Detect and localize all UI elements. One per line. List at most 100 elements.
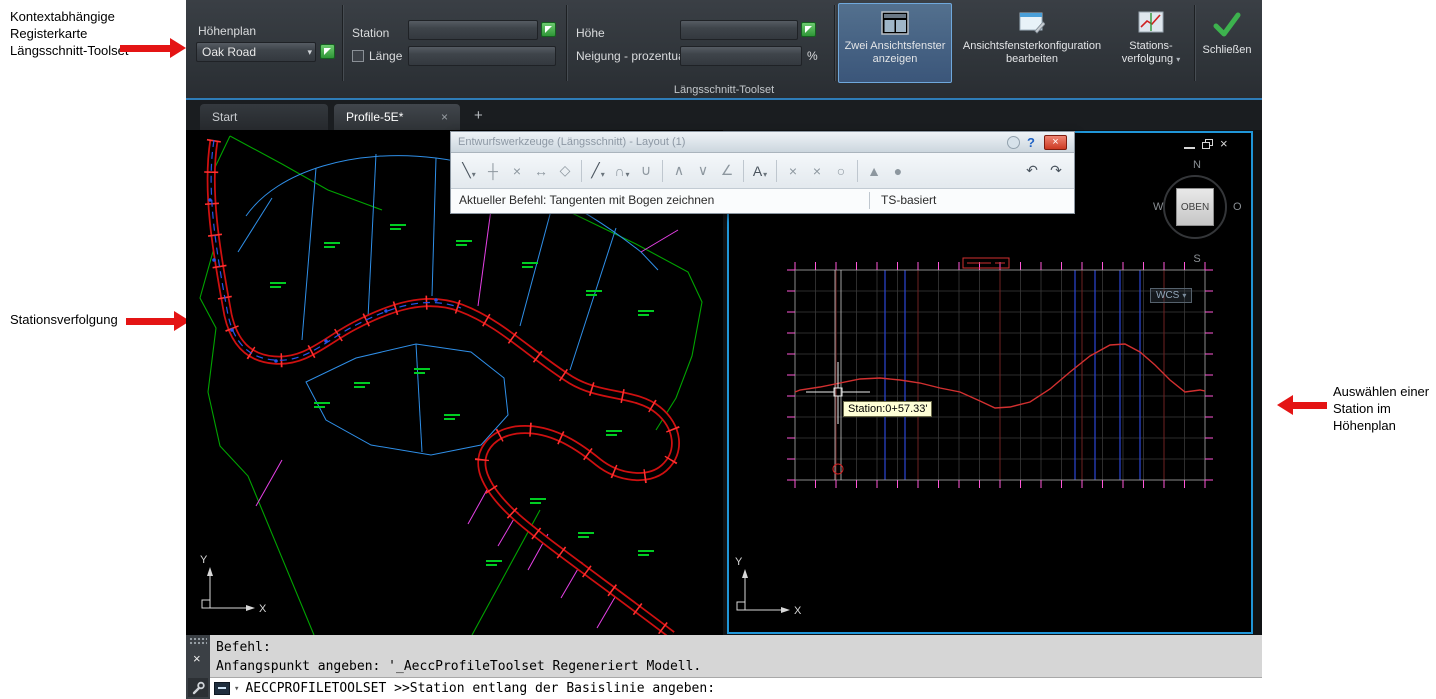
toolbar-title: Entwurfswerkzeuge (Längsschnitt) - Layou…: [458, 136, 686, 148]
help-icon[interactable]: ?: [1027, 135, 1035, 150]
convert-entity-icon[interactable]: ◇: [554, 159, 576, 183]
screen: Kontextabhängige Registerkarte Längsschn…: [0, 0, 1436, 699]
wcs-dropdown[interactable]: WCS ▾: [1150, 288, 1193, 303]
length-checkbox[interactable]: [352, 50, 364, 62]
viewport-config-icon: [1019, 12, 1045, 34]
ribbon-separator: [834, 5, 836, 81]
station-label: Station: [352, 26, 390, 40]
tab-profile-5e[interactable]: Profile-5E* ×: [334, 104, 460, 130]
label-tool-icon[interactable]: A ▾: [749, 159, 771, 183]
delete-entity-icon[interactable]: ×: [782, 159, 804, 183]
command-line-grip[interactable]: ×: [186, 635, 210, 699]
button-label: bearbeiten: [1006, 53, 1058, 65]
annotation-arrow-context: [120, 38, 186, 58]
command-history[interactable]: Befehl: Anfangspunkt angeben: '_AeccProfi…: [210, 635, 1262, 678]
profile-select[interactable]: Oak Road ▾: [196, 42, 316, 62]
viewcube-top-face[interactable]: OBEN: [1176, 188, 1214, 226]
close-icon[interactable]: ×: [1220, 137, 1228, 150]
axis-x-label: X: [259, 603, 267, 615]
move-pvi-icon[interactable]: ↔: [530, 159, 552, 183]
tab-close-icon[interactable]: ×: [441, 110, 448, 124]
delete-subentity-icon[interactable]: ×: [806, 159, 828, 183]
grade-label: Neigung - prozentual: [576, 49, 688, 63]
close-toolset-button[interactable]: Schließen: [1198, 3, 1256, 83]
station-tracking-button[interactable]: Stations- verfolgung ▾: [1112, 3, 1190, 83]
sag-curve-icon[interactable]: ∨: [692, 159, 714, 183]
ts-based-text: TS-basiert: [881, 193, 937, 207]
select-pvi-icon[interactable]: ●: [887, 159, 909, 183]
command-prompt-text[interactable]: AECCPROFILETOOLSET >>Station entlang der…: [245, 681, 715, 696]
arrow-head: [1277, 395, 1293, 415]
close-icon[interactable]: ×: [193, 651, 201, 666]
alignment-direction-markers: [208, 198, 438, 363]
free-curve-icon[interactable]: ∪: [635, 159, 657, 183]
profile-label: Höhenplan: [198, 24, 257, 38]
crest-curve-icon[interactable]: ∧: [668, 159, 690, 183]
toolbar-titlebar[interactable]: Entwurfswerkzeuge (Längsschnitt) - Layou…: [451, 132, 1074, 153]
insert-pvi-icon[interactable]: ┼: [482, 159, 504, 183]
button-label: verfolgung: [1121, 53, 1174, 65]
wrench-icon[interactable]: [188, 678, 208, 697]
viewcube[interactable]: N W O OBEN S: [1153, 159, 1242, 275]
command-input-row[interactable]: ▾ AECCPROFILETOOLSET >>Station entlang d…: [210, 678, 1262, 699]
minimize-icon[interactable]: [1184, 140, 1195, 149]
ribbon-separator: [566, 5, 568, 81]
ucs-icon-plan: Y X: [200, 554, 267, 615]
chevron-down-icon: ▾: [1182, 291, 1187, 300]
dynamic-input-icon[interactable]: [214, 682, 230, 695]
pin-icon[interactable]: [1007, 135, 1021, 149]
draw-fixed-tangent-icon[interactable]: ╱ ▾: [587, 159, 609, 183]
raise-lower-icon[interactable]: ▲: [863, 159, 885, 183]
document-window-controls: ×: [1184, 137, 1228, 150]
profile-select-value: Oak Road: [202, 45, 257, 59]
erase-tool-icon[interactable]: ○: [830, 159, 852, 183]
grade-input[interactable]: [680, 46, 802, 66]
grade-tool-icon[interactable]: ∠: [716, 159, 738, 183]
ribbon-separator: [1194, 5, 1196, 81]
tab-label: Profile-5E*: [346, 110, 404, 124]
ribbon-separator: [342, 5, 344, 81]
ribbon-laengsschnitt-toolset: Höhenplan Oak Road ▾ Station Länge Höhe …: [186, 0, 1262, 100]
profile-pick-icon[interactable]: [320, 44, 335, 59]
viewcube-west[interactable]: W: [1153, 201, 1163, 213]
command-history-line1: Befehl:: [216, 640, 271, 655]
elevation-input[interactable]: [680, 20, 798, 40]
file-tab-bar: Start Profile-5E* × +: [186, 100, 1262, 130]
toolbar-separator: [662, 159, 663, 182]
profile-layout-tools-toolbar[interactable]: Entwurfswerkzeuge (Längsschnitt) - Layou…: [450, 131, 1075, 214]
tab-start[interactable]: Start: [200, 104, 328, 130]
length-input[interactable]: [408, 46, 556, 66]
command-history-line2: Anfangspunkt angeben: '_AeccProfileTools…: [216, 659, 702, 674]
annotation-select-station: Auswählen einer Station im Höhenplan: [1333, 384, 1430, 433]
restore-icon[interactable]: [1202, 139, 1213, 149]
toolbar-close-button[interactable]: ×: [1044, 134, 1067, 150]
viewcube-north[interactable]: N: [1193, 159, 1201, 171]
toolbar-separator: [776, 159, 777, 182]
viewport-config-button[interactable]: Ansichtsfensterkonfiguration bearbeiten: [956, 3, 1108, 83]
road-alignment[interactable]: [204, 138, 683, 641]
two-viewports-button[interactable]: Zwei Ansichtsfenster anzeigen: [838, 3, 952, 83]
length-label: Länge: [369, 49, 403, 63]
arrow-tail: [1293, 401, 1327, 409]
draw-tangents-icon[interactable]: ╲ ▾: [458, 159, 480, 183]
new-tab-icon[interactable]: +: [474, 107, 483, 124]
drag-handle-icon[interactable]: [189, 637, 207, 646]
button-label: Ansichtsfensterkonfiguration: [962, 40, 1102, 52]
station-input[interactable]: [408, 20, 538, 40]
arrow-tail: [126, 317, 174, 325]
button-label: Stations-: [1129, 40, 1173, 52]
drawing-area: Y X Y X Station:0+57.33' N W O OBEN S WC…: [186, 130, 1262, 641]
chevron-down-icon[interactable]: ▾: [307, 47, 312, 58]
undo-icon[interactable]: ↶: [1021, 159, 1043, 183]
draw-curve-icon[interactable]: ∩ ▾: [611, 159, 633, 183]
annotation-arrow-select-station: [1277, 395, 1327, 415]
viewcube-east[interactable]: O: [1233, 201, 1242, 213]
elevation-pick-icon[interactable]: [801, 22, 816, 37]
station-pick-icon[interactable]: [541, 22, 556, 37]
delete-pvi-icon[interactable]: ×: [506, 159, 528, 183]
viewcube-south[interactable]: S: [1193, 253, 1200, 265]
chevron-down-icon[interactable]: ▾: [234, 684, 239, 694]
toolbar-separator: [581, 159, 582, 182]
redo-icon[interactable]: ↷: [1045, 159, 1067, 183]
station-marker: [832, 463, 844, 475]
